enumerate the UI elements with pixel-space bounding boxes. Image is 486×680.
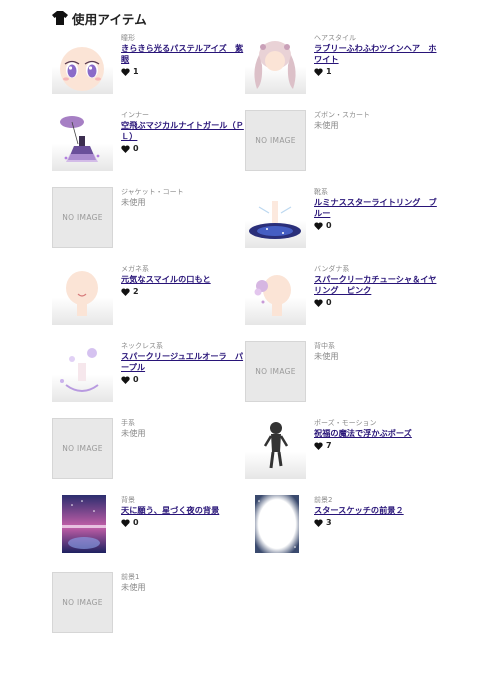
item-name-link[interactable]: スタースケッチの前景２	[314, 505, 439, 516]
item-thumbnail[interactable]	[52, 33, 113, 94]
heart-icon	[314, 299, 323, 307]
like-count-value: 1	[133, 67, 139, 76]
item-unused: 未使用	[121, 428, 146, 438]
item-card-shoes: 靴系 ルミナススターライトリング ブルー 0	[245, 187, 439, 251]
shirt-icon	[52, 11, 68, 25]
no-image-placeholder: NO IMAGE	[52, 572, 113, 633]
item-card-pose: ポーズ・モーション 祝福の魔法で浮かぶポーズ 7	[245, 418, 439, 482]
item-card-jacket: NO IMAGE ジャケット・コート 未使用	[52, 187, 246, 251]
item-category: 背中系	[314, 342, 335, 350]
item-card-eyes: 瞳形 きらきら光るパステルアイズ 紫眼 1	[52, 33, 246, 97]
like-count-value: 3	[326, 518, 332, 527]
no-image-placeholder: NO IMAGE	[245, 341, 306, 402]
heart-icon	[314, 68, 323, 76]
item-category: 前景1	[121, 573, 140, 581]
like-count[interactable]: 0	[314, 221, 439, 231]
item-category: ヘアスタイル	[314, 34, 356, 42]
no-image-label: NO IMAGE	[255, 136, 296, 145]
item-category: 靴系	[314, 188, 328, 196]
item-category: ネックレス系	[121, 342, 163, 350]
like-count-value: 2	[133, 287, 139, 296]
item-card-foreground2: 前景2 スタースケッチの前景２ 3	[245, 495, 439, 559]
item-thumbnail[interactable]	[245, 264, 306, 325]
section-header: 使用アイテム	[52, 8, 147, 28]
item-category: バンダナ系	[314, 265, 350, 273]
section-title: 使用アイテム	[72, 11, 147, 27]
no-image-label: NO IMAGE	[62, 598, 103, 607]
like-count-value: 0	[133, 375, 139, 384]
like-count[interactable]: 7	[314, 441, 439, 451]
like-count-value: 0	[133, 518, 139, 527]
heart-icon	[121, 68, 130, 76]
like-count[interactable]: 1	[314, 67, 439, 77]
item-card-bandana: バンダナ系 スパークリーカチューシャ＆イヤリング ピンク 0	[245, 264, 439, 328]
like-count-value: 1	[326, 67, 332, 76]
item-name-link[interactable]: ルミナススターライトリング ブルー	[314, 197, 439, 219]
heart-icon	[121, 288, 130, 296]
like-count-value: 0	[326, 221, 332, 230]
item-category: 瞳形	[121, 34, 135, 42]
item-name-link[interactable]: 空飛ぶマジカルナイトガール（ＰＬ）	[121, 120, 246, 142]
no-image-placeholder: NO IMAGE	[52, 418, 113, 479]
item-thumbnail[interactable]	[245, 418, 306, 479]
heart-icon	[121, 145, 130, 153]
item-card-hair: ヘアスタイル ラブリーふわふわツインヘア ホワイト 1	[245, 33, 439, 97]
item-unused: 未使用	[314, 351, 339, 361]
item-name-link[interactable]: ラブリーふわふわツインヘア ホワイト	[314, 43, 439, 65]
item-thumbnail[interactable]	[52, 110, 113, 171]
item-thumbnail[interactable]	[52, 495, 113, 556]
item-thumbnail[interactable]	[52, 341, 113, 402]
item-card-hand: NO IMAGE 手系 未使用	[52, 418, 246, 482]
no-image-placeholder: NO IMAGE	[245, 110, 306, 171]
item-unused: 未使用	[121, 197, 146, 207]
item-category: ポーズ・モーション	[314, 419, 377, 427]
heart-icon	[314, 519, 323, 527]
item-card-inner: インナー 空飛ぶマジカルナイトガール（ＰＬ） 0	[52, 110, 246, 174]
item-thumbnail[interactable]	[245, 33, 306, 94]
no-image-label: NO IMAGE	[62, 444, 103, 453]
item-category: 背景	[121, 496, 135, 504]
like-count-value: 7	[326, 441, 332, 450]
item-card-foreground1: NO IMAGE 前景1 未使用	[52, 572, 246, 636]
item-category: ジャケット・コート	[121, 188, 184, 196]
like-count[interactable]: 2	[121, 287, 246, 297]
item-category: 前景2	[314, 496, 333, 504]
item-card-necklace: ネックレス系 スパークリージュエルオーラ パープル 0	[52, 341, 246, 405]
item-card-back: NO IMAGE 背中系 未使用	[245, 341, 439, 405]
item-category: メガネ系	[121, 265, 149, 273]
item-thumbnail[interactable]	[245, 495, 306, 556]
like-count-value: 0	[133, 144, 139, 153]
item-card-glasses: メガネ系 元気なスマイルの口もと 2	[52, 264, 246, 328]
like-count-value: 0	[326, 298, 332, 307]
no-image-label: NO IMAGE	[62, 213, 103, 222]
like-count[interactable]: 0	[121, 375, 246, 385]
heart-icon	[121, 519, 130, 527]
like-count[interactable]: 1	[121, 67, 246, 77]
item-category: ズボン・スカート	[314, 111, 370, 119]
like-count[interactable]: 0	[314, 298, 439, 308]
item-name-link[interactable]: スパークリーカチューシャ＆イヤリング ピンク	[314, 274, 439, 296]
item-thumbnail[interactable]	[245, 187, 306, 248]
item-category: インナー	[121, 111, 149, 119]
item-name-link[interactable]: 天に願う、星づく夜の背景	[121, 505, 246, 516]
item-name-link[interactable]: 元気なスマイルの口もと	[121, 274, 246, 285]
like-count[interactable]: 0	[121, 144, 246, 154]
like-count[interactable]: 0	[121, 518, 246, 528]
item-card-bottoms: NO IMAGE ズボン・スカート 未使用	[245, 110, 439, 174]
no-image-placeholder: NO IMAGE	[52, 187, 113, 248]
item-name-link[interactable]: きらきら光るパステルアイズ 紫眼	[121, 43, 246, 65]
item-category: 手系	[121, 419, 135, 427]
item-card-background: 背景 天に願う、星づく夜の背景 0	[52, 495, 246, 559]
item-unused: 未使用	[314, 120, 339, 130]
no-image-label: NO IMAGE	[255, 367, 296, 376]
heart-icon	[121, 376, 130, 384]
heart-icon	[314, 222, 323, 230]
item-name-link[interactable]: 祝福の魔法で浮かぶポーズ	[314, 428, 439, 439]
like-count[interactable]: 3	[314, 518, 439, 528]
heart-icon	[314, 442, 323, 450]
item-name-link[interactable]: スパークリージュエルオーラ パープル	[121, 351, 246, 373]
item-thumbnail[interactable]	[52, 264, 113, 325]
item-unused: 未使用	[121, 582, 146, 592]
